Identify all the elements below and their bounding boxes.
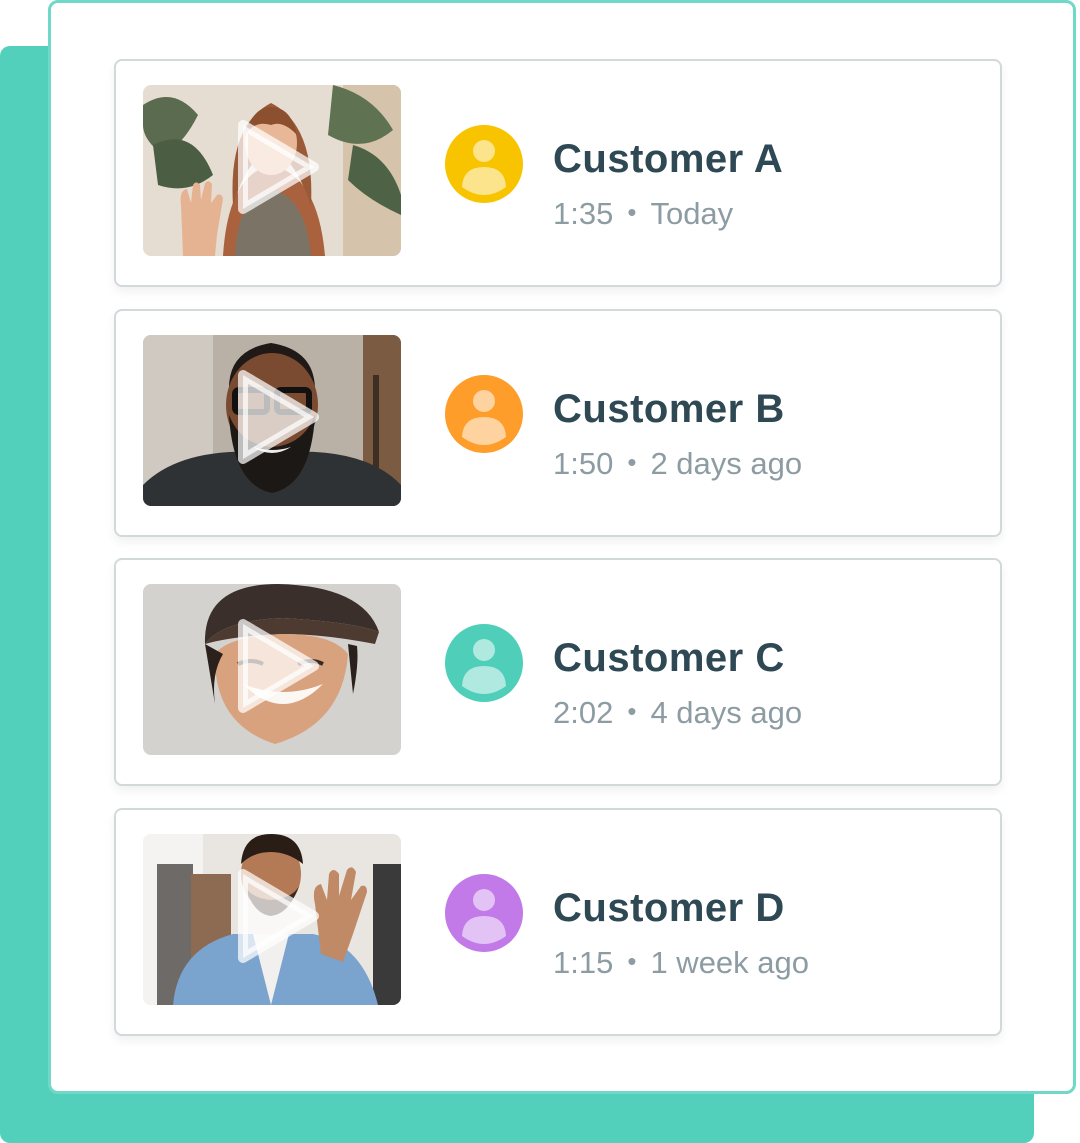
video-date: 2 days ago: [650, 446, 803, 481]
video-meta: 1:15 • 1 week ago: [553, 945, 809, 981]
avatar: [445, 375, 523, 453]
video-duration: 1:15: [553, 945, 614, 980]
user-icon: [445, 125, 523, 203]
video-thumbnail[interactable]: [143, 834, 401, 1005]
separator-dot: •: [627, 447, 637, 477]
customer-name: Customer D: [553, 886, 785, 930]
user-icon: [445, 624, 523, 702]
list-item[interactable]: Customer B 1:50 • 2 days ago: [114, 309, 1002, 537]
customer-name: Customer B: [553, 387, 785, 431]
play-icon[interactable]: [143, 834, 401, 1005]
customer-name: Customer C: [553, 636, 785, 680]
video-duration: 2:02: [553, 695, 614, 730]
video-thumbnail[interactable]: [143, 335, 401, 506]
video-date: 4 days ago: [650, 695, 803, 730]
video-date: Today: [650, 196, 734, 231]
video-duration: 1:35: [553, 196, 614, 231]
video-meta: 1:35 • Today: [553, 196, 733, 232]
user-icon: [445, 874, 523, 952]
video-duration: 1:50: [553, 446, 614, 481]
play-icon[interactable]: [143, 85, 401, 256]
list-item[interactable]: Customer D 1:15 • 1 week ago: [114, 808, 1002, 1036]
video-meta: 1:50 • 2 days ago: [553, 446, 802, 482]
list-item[interactable]: Customer C 2:02 • 4 days ago: [114, 558, 1002, 786]
video-thumbnail[interactable]: [143, 584, 401, 755]
video-thumbnail[interactable]: [143, 85, 401, 256]
list-item[interactable]: Customer A 1:35 • Today: [114, 59, 1002, 287]
separator-dot: •: [627, 946, 637, 976]
play-icon[interactable]: [143, 584, 401, 755]
separator-dot: •: [627, 197, 637, 227]
user-icon: [445, 375, 523, 453]
separator-dot: •: [627, 696, 637, 726]
avatar: [445, 874, 523, 952]
customer-name: Customer A: [553, 137, 784, 181]
video-meta: 2:02 • 4 days ago: [553, 695, 802, 731]
avatar: [445, 125, 523, 203]
avatar: [445, 624, 523, 702]
video-date: 1 week ago: [650, 945, 810, 980]
play-icon[interactable]: [143, 335, 401, 506]
